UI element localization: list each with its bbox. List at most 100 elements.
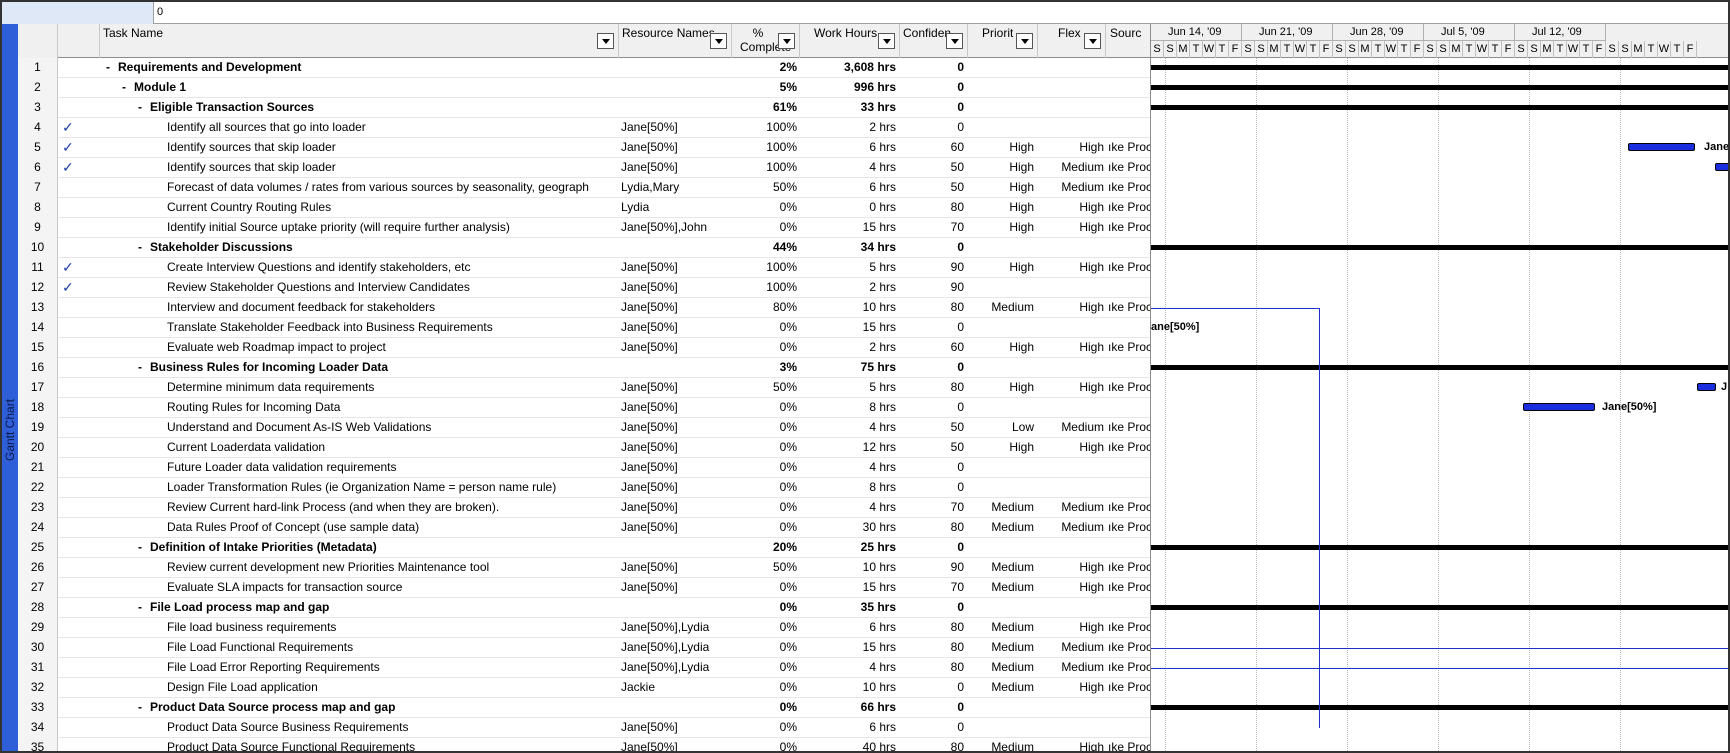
row-id[interactable]: 8 [18, 198, 58, 218]
confidence-cell[interactable]: 80 [900, 658, 968, 678]
percent-complete-cell[interactable]: 0% [732, 578, 800, 598]
table-row[interactable]: 24 Data Rules Proof of Concept (use sampl… [18, 518, 1150, 538]
entry-bar-value[interactable]: 0 [157, 6, 163, 18]
task-name-filter-dropdown[interactable] [597, 33, 614, 49]
summary-task-bar[interactable] [1151, 705, 1728, 710]
confidence-cell[interactable]: 80 [900, 298, 968, 318]
outline-toggle[interactable]: - [138, 698, 148, 717]
table-row[interactable]: 15 Evaluate web Roadmap impact to project… [18, 338, 1150, 358]
percent-complete-cell[interactable]: 5% [732, 78, 800, 98]
confidence-cell[interactable]: 70 [900, 218, 968, 238]
resource-names-cell[interactable] [619, 698, 732, 718]
priority-cell[interactable]: Medium [968, 498, 1038, 518]
flex-cell[interactable] [1038, 318, 1106, 338]
row-id[interactable]: 25 [18, 538, 58, 558]
task-name-cell[interactable]: Design File Load application [100, 678, 619, 698]
confidence-cell[interactable]: 0 [900, 318, 968, 338]
table-row[interactable]: 20 Current Loaderdata validation Jane[50%]… [18, 438, 1150, 458]
table-row[interactable]: 25 - Definition of Intake Priorities (Meta… [18, 538, 1150, 558]
task-name-cell[interactable]: - Definition of Intake Priorities (Metada… [100, 538, 619, 558]
work-hours-cell[interactable]: 5 hrs [800, 258, 900, 278]
confidence-cell[interactable]: 70 [900, 578, 968, 598]
work-hours-cell[interactable]: 4 hrs [800, 158, 900, 178]
confidence-cell[interactable]: 50 [900, 178, 968, 198]
header-indicators[interactable]: i [58, 24, 100, 58]
header-task-name[interactable]: Task Name [100, 24, 619, 58]
work-hours-cell[interactable]: 66 hrs [800, 698, 900, 718]
work-hours-cell[interactable]: 8 hrs [800, 478, 900, 498]
percent-complete-cell[interactable]: 0% [732, 498, 800, 518]
confidence-cell[interactable]: 80 [900, 198, 968, 218]
percent-complete-cell[interactable]: 0% [732, 338, 800, 358]
table-row[interactable]: 4 ✓ Identify all sources that go into load… [18, 118, 1150, 138]
flex-cell[interactable]: High [1038, 738, 1106, 751]
priority-cell[interactable]: Medium [968, 658, 1038, 678]
task-bar[interactable] [1523, 403, 1595, 411]
source-cell[interactable]: ıke Proce [1106, 578, 1150, 598]
resource-names-cell[interactable]: Jane[50%] [619, 378, 732, 398]
percent-complete-cell[interactable]: 0% [732, 618, 800, 638]
task-name-cell[interactable]: - File Load process map and gap [100, 598, 619, 618]
percent-complete-cell[interactable]: 0% [732, 698, 800, 718]
work-hours-cell[interactable]: 25 hrs [800, 538, 900, 558]
resource-names-cell[interactable]: Jane[50%] [619, 118, 732, 138]
flex-cell[interactable] [1038, 598, 1106, 618]
table-row[interactable]: 2 - Module 1 5% 996 hrs 0 [18, 78, 1150, 98]
task-name-cell[interactable]: - Module 1 [100, 78, 619, 98]
resource-names-cell[interactable] [619, 238, 732, 258]
flex-cell[interactable] [1038, 358, 1106, 378]
table-row[interactable]: 5 ✓ Identify sources that skip loader Jane[… [18, 138, 1150, 158]
row-id[interactable]: 14 [18, 318, 58, 338]
row-id[interactable]: 28 [18, 598, 58, 618]
task-name-cell[interactable]: Loader Transformation Rules (ie Organiza… [100, 478, 619, 498]
task-name-cell[interactable]: Evaluate SLA impacts for transaction sou… [100, 578, 619, 598]
confidence-cell[interactable]: 80 [900, 378, 968, 398]
percent-complete-cell[interactable]: 100% [732, 118, 800, 138]
source-cell[interactable]: ıke Proce [1106, 178, 1150, 198]
priority-cell[interactable] [968, 118, 1038, 138]
source-cell[interactable] [1106, 278, 1150, 298]
task-name-cell[interactable]: File load business requirements [100, 618, 619, 638]
work-hours-cell[interactable]: 15 hrs [800, 218, 900, 238]
source-cell[interactable]: ıke Proce [1106, 438, 1150, 458]
work-hours-cell[interactable]: 10 hrs [800, 678, 900, 698]
work-hours-cell[interactable]: 35 hrs [800, 598, 900, 618]
resource-names-cell[interactable]: Jackie [619, 678, 732, 698]
row-id[interactable]: 26 [18, 558, 58, 578]
percent-complete-cell[interactable]: 0% [732, 218, 800, 238]
source-cell[interactable]: ıke Proce [1106, 338, 1150, 358]
work-hours-cell[interactable]: 4 hrs [800, 658, 900, 678]
task-name-cell[interactable]: - Product Data Source process map and gap [100, 698, 619, 718]
work-hours-cell[interactable]: 2 hrs [800, 338, 900, 358]
table-row[interactable]: 32 Design File Load application Jackie 0% 10… [18, 678, 1150, 698]
work-hours-cell[interactable]: 40 hrs [800, 738, 900, 751]
table-row[interactable]: 9 Identify initial Source uptake priority… [18, 218, 1150, 238]
table-row[interactable]: 7 Forecast of data volumes / rates from v… [18, 178, 1150, 198]
percent-complete-cell[interactable]: 50% [732, 558, 800, 578]
task-name-cell[interactable]: - Business Rules for Incoming Loader Data [100, 358, 619, 378]
work-hours-cell[interactable]: 0 hrs [800, 198, 900, 218]
confidence-cell[interactable]: 80 [900, 518, 968, 538]
resource-names-cell[interactable] [619, 598, 732, 618]
source-cell[interactable] [1106, 58, 1150, 78]
source-cell[interactable]: ıke Proce [1106, 158, 1150, 178]
flex-cell[interactable]: Medium [1038, 498, 1106, 518]
resource-names-cell[interactable]: Jane[50%] [619, 578, 732, 598]
priority-cell[interactable]: Medium [968, 738, 1038, 751]
outline-toggle[interactable]: - [138, 598, 148, 617]
table-row[interactable]: 22 Loader Transformation Rules (ie Organi… [18, 478, 1150, 498]
resource-names-cell[interactable] [619, 58, 732, 78]
flex-cell[interactable]: High [1038, 138, 1106, 158]
priority-cell[interactable] [968, 58, 1038, 78]
percent-complete-cell[interactable]: 100% [732, 158, 800, 178]
table-row[interactable]: 17 Determine minimum data requirements Jan… [18, 378, 1150, 398]
resource-names-cell[interactable]: Jane[50%] [619, 298, 732, 318]
work-hours-cell[interactable]: 10 hrs [800, 558, 900, 578]
outline-toggle[interactable]: - [138, 98, 148, 117]
flex-cell[interactable]: High [1038, 218, 1106, 238]
source-cell[interactable] [1106, 318, 1150, 338]
work-hours-cell[interactable]: 15 hrs [800, 318, 900, 338]
resource-names-cell[interactable] [619, 78, 732, 98]
source-cell[interactable] [1106, 698, 1150, 718]
confidence-filter-dropdown[interactable] [946, 33, 963, 49]
